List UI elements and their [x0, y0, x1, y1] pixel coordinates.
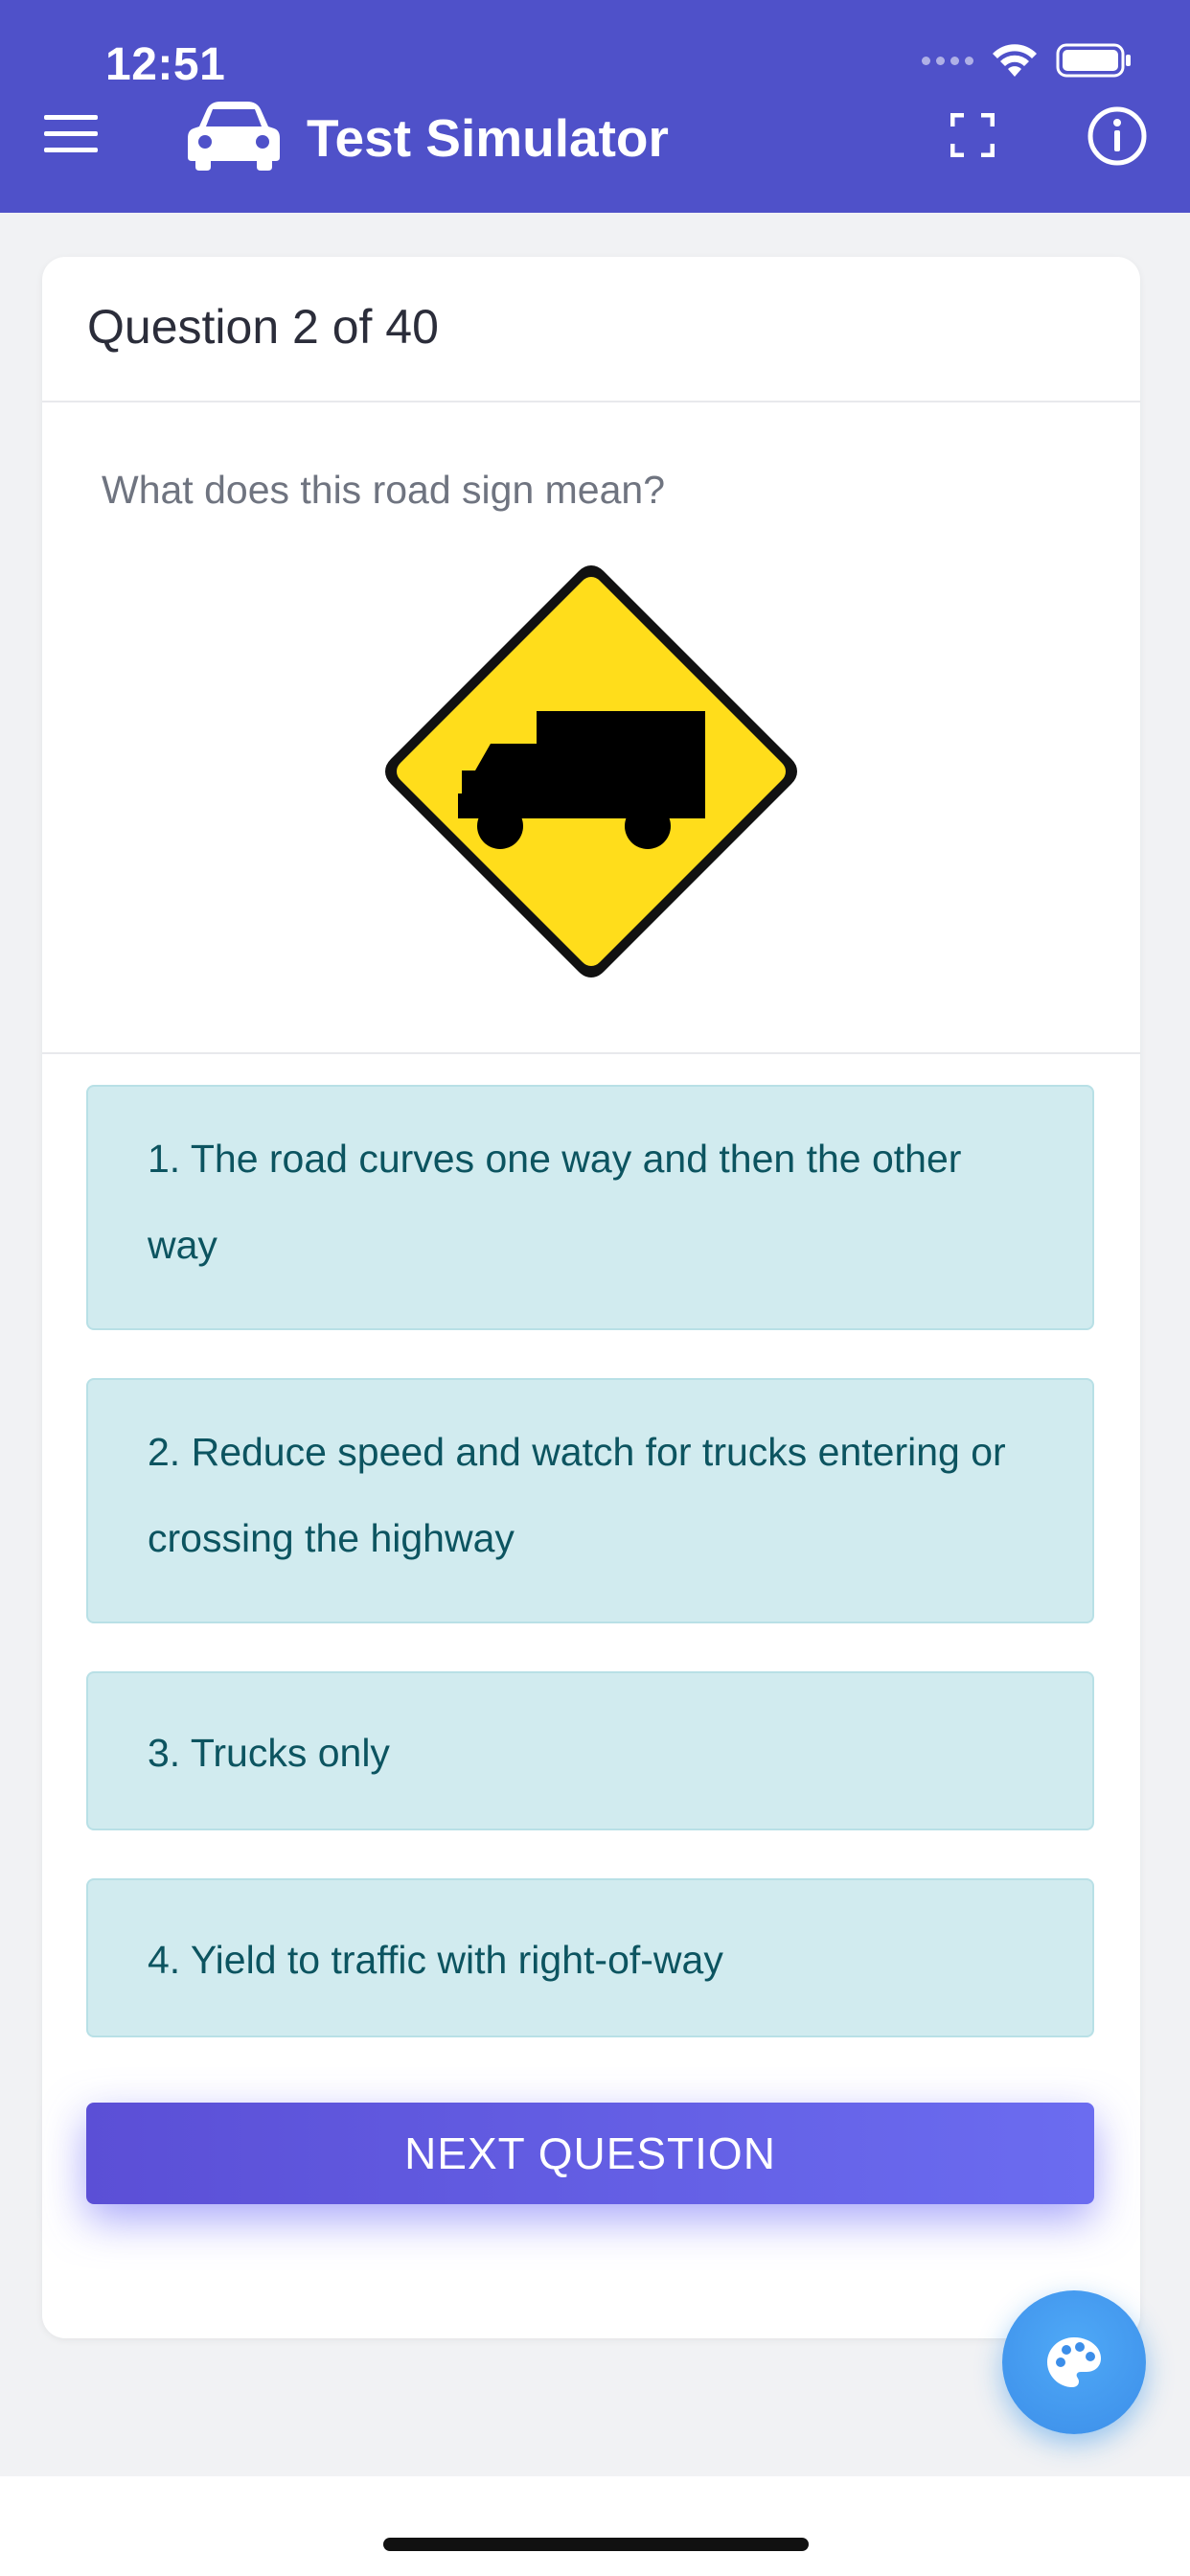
home-indicator[interactable] [383, 2538, 809, 2551]
answer-option-4[interactable]: 4. Yield to traffic with right-of-way [86, 1878, 1094, 2037]
app-header: 12:51 Test Simulator [0, 0, 1190, 213]
next-question-button[interactable]: NEXT QUESTION [86, 2103, 1094, 2204]
wifi-icon [993, 44, 1037, 77]
menu-icon[interactable] [44, 115, 98, 153]
app-title: Test Simulator [307, 108, 669, 168]
battery-icon [1056, 43, 1131, 78]
answer-option-1[interactable]: 1. The road curves one way and then the … [86, 1085, 1094, 1330]
status-icons [922, 42, 1133, 79]
answer-option-3[interactable]: 3. Trucks only [86, 1671, 1094, 1830]
palette-icon [1047, 2337, 1101, 2387]
info-icon[interactable] [1087, 105, 1148, 167]
question-card: Question 2 of 40 What does this road sig… [42, 257, 1140, 2338]
question-title: Question 2 of 40 [87, 300, 439, 354]
status-time: 12:51 [105, 39, 226, 90]
fullscreen-icon[interactable] [950, 113, 995, 157]
bottom-safe-area [0, 2476, 1190, 2576]
theme-palette-button[interactable] [1002, 2290, 1146, 2434]
card-divider [42, 401, 1140, 402]
card-divider [42, 1052, 1140, 1054]
question-prompt: What does this road sign mean? [102, 468, 665, 512]
truck-crossing-sign-icon [385, 565, 797, 978]
car-icon [188, 102, 280, 171]
signal-icon [922, 56, 973, 65]
answer-option-2[interactable]: 2. Reduce speed and watch for trucks ent… [86, 1378, 1094, 1623]
